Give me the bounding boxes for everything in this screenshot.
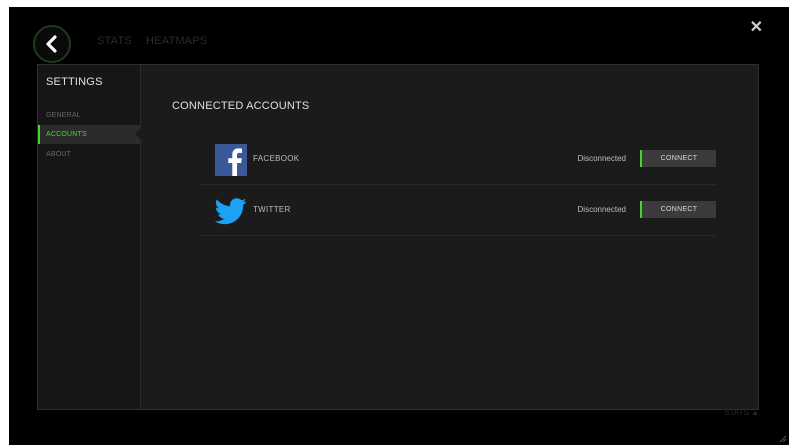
- facebook-icon: [215, 144, 247, 176]
- account-name-facebook: FACEBOOK: [253, 154, 300, 163]
- app-window: STATS HEATMAPS ✕ STATS ▲ SETTINGS GENERA…: [9, 7, 789, 445]
- sidebar-item-accounts[interactable]: ACCOUNTS: [38, 125, 141, 144]
- connect-facebook-button[interactable]: CONNECT: [640, 150, 716, 167]
- account-name-twitter: TWITTER: [253, 205, 291, 214]
- twitter-icon: [214, 195, 247, 227]
- back-button[interactable]: [33, 25, 71, 63]
- settings-sidebar: SETTINGS GENERAL ACCOUNTS ABOUT: [38, 65, 141, 409]
- sidebar-item-about[interactable]: ABOUT: [38, 145, 140, 164]
- sidebar-item-general[interactable]: GENERAL: [38, 106, 140, 125]
- close-icon[interactable]: ✕: [750, 17, 763, 37]
- page-title: CONNECTED ACCOUNTS: [172, 100, 310, 112]
- settings-title: SETTINGS: [46, 76, 103, 88]
- chevron-left-icon: [46, 35, 57, 53]
- account-status-twitter: Disconnected: [577, 205, 626, 214]
- tab-stats[interactable]: STATS: [97, 35, 132, 47]
- tab-heatmaps[interactable]: HEATMAPS: [146, 35, 207, 47]
- account-status-facebook: Disconnected: [577, 154, 626, 163]
- resize-grip-icon[interactable]: [779, 435, 787, 443]
- account-row-facebook: FACEBOOK Disconnected CONNECT: [200, 134, 716, 185]
- connect-twitter-button[interactable]: CONNECT: [640, 201, 716, 218]
- settings-dialog: SETTINGS GENERAL ACCOUNTS ABOUT CONNECTE…: [37, 64, 759, 410]
- account-row-twitter: TWITTER Disconnected CONNECT: [200, 185, 716, 236]
